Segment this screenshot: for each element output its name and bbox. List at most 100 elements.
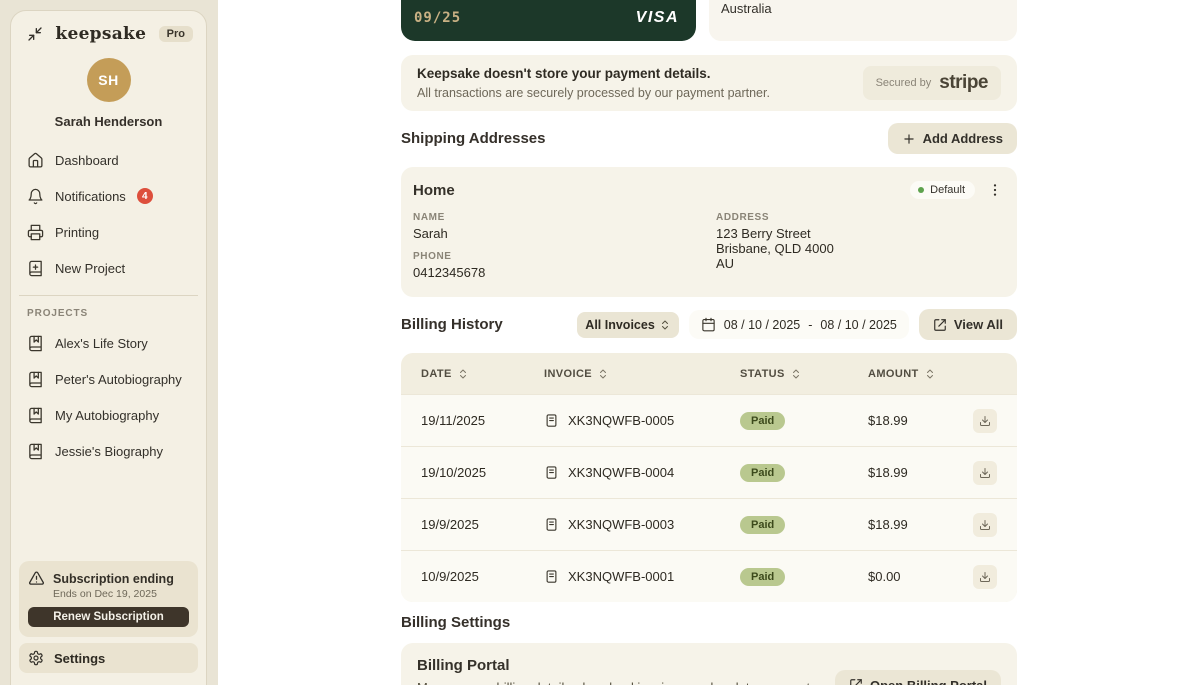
sidebar-nav: Dashboard Notifications 4 Printing New P…	[11, 142, 206, 286]
notification-count-badge: 4	[136, 188, 153, 204]
add-address-button[interactable]: Add Address	[887, 123, 1017, 154]
invoice-filter-select[interactable]: All Invoices	[577, 311, 679, 338]
sidebar-item-settings[interactable]: Settings	[19, 643, 198, 673]
plus-icon	[903, 133, 914, 144]
chevrons-up-down-icon	[661, 320, 668, 329]
nav-label: Notifications	[55, 188, 126, 204]
sidebar-item-dashboard[interactable]: Dashboard	[11, 142, 206, 178]
billing-history-header: Billing History All Invoices 08 / 10 / 2…	[401, 309, 1017, 340]
payment-method-row: 09/25 VISA Australia	[401, 0, 1017, 41]
cell-date: 19/10/2025	[421, 465, 487, 480]
download-icon	[980, 415, 990, 426]
table-row: 19/9/2025 XK3NQWFB-0003 Paid $18.99	[401, 498, 1017, 550]
default-dot	[918, 187, 925, 193]
card-expiry: 09/25	[414, 9, 462, 26]
sidebar-divider	[19, 295, 198, 296]
download-icon	[980, 467, 990, 478]
payment-disclaimer: Keepsake doesn't store your payment deta…	[401, 55, 1017, 111]
secured-by-stripe-badge: Secured by stripe	[862, 66, 1001, 100]
keepsake-logo-icon	[28, 27, 42, 41]
open-billing-portal-button[interactable]: Open Billing Portal	[834, 669, 1001, 685]
column-header-date[interactable]: DATE	[421, 368, 544, 380]
main-content: 09/25 VISA Australia Keepsake doesn't st…	[218, 0, 1200, 685]
home-icon	[28, 152, 43, 168]
sidebar-item-printing[interactable]: Printing	[11, 214, 206, 250]
default-address-badge: Default	[910, 181, 975, 199]
billing-country-card: Australia	[709, 0, 1017, 41]
column-header-amount[interactable]: AMOUNT	[868, 368, 973, 380]
book-plus-icon	[29, 260, 42, 276]
sort-icon	[792, 369, 799, 378]
kebab-menu-icon	[993, 184, 997, 196]
credit-card[interactable]: 09/25 VISA	[401, 0, 696, 41]
invoice-document-icon	[546, 518, 557, 531]
sidebar-item-new-project[interactable]: New Project	[11, 250, 206, 286]
billing-settings-header: Billing Settings	[401, 614, 1017, 631]
cell-invoice: XK3NQWFB-0001	[544, 569, 740, 584]
cell-date: 10/9/2025	[421, 569, 479, 584]
project-label: Jessie's Biography	[55, 443, 163, 459]
address-line-2: Brisbane, QLD 4000	[716, 241, 834, 256]
address-line-3: AU	[716, 256, 735, 271]
nav-label: New Project	[55, 260, 126, 276]
address-menu-button[interactable]	[985, 180, 1005, 200]
external-link-icon	[934, 318, 946, 331]
stripe-logo: stripe	[939, 72, 988, 93]
status-badge: Paid	[740, 411, 786, 430]
sidebar-item-notifications[interactable]: Notifications 4	[11, 178, 206, 214]
table-row: 10/9/2025 XK3NQWFB-0001 Paid $0.00	[401, 550, 1017, 602]
logo-row: keepsake Pro	[11, 11, 206, 44]
plan-badge: Pro	[158, 26, 193, 42]
book-icon	[29, 407, 42, 423]
status-badge: Paid	[740, 463, 786, 482]
printer-icon	[27, 224, 44, 240]
status-badge: Paid	[740, 515, 786, 534]
download-invoice-button[interactable]	[973, 460, 997, 485]
settings-label: Settings	[54, 650, 106, 666]
download-invoice-button[interactable]	[973, 564, 997, 589]
external-link-icon	[850, 679, 862, 685]
subscription-warning-title: Subscription ending	[53, 571, 174, 586]
billing-history-title: Billing History	[401, 316, 503, 333]
project-item-my-autobiography[interactable]: My Autobiography	[11, 397, 206, 433]
secured-by-label: Secured by	[875, 77, 932, 89]
alert-triangle-icon	[28, 571, 45, 585]
date-from: 08 / 10 / 2025	[723, 317, 801, 332]
shipping-addresses-header: Shipping Addresses Add Address	[401, 123, 1017, 154]
view-all-button[interactable]: View All	[918, 309, 1017, 340]
column-header-status[interactable]: STATUS	[740, 368, 868, 380]
cell-invoice: XK3NQWFB-0004	[544, 465, 740, 480]
project-item-alexs-life-story[interactable]: Alex's Life Story	[11, 325, 206, 361]
calendar-icon	[702, 317, 715, 332]
subscription-end-date: Ends on Dec 19, 2025	[53, 588, 157, 600]
address-name: Home	[413, 181, 455, 199]
user-profile: SH Sarah Henderson	[11, 58, 206, 129]
project-item-jessies-biography[interactable]: Jessie's Biography	[11, 433, 206, 469]
date-range-picker[interactable]: 08 / 10 / 2025 - 08 / 10 / 2025	[688, 310, 909, 339]
name-label: NAME	[413, 212, 445, 223]
address-label: ADDRESS	[716, 212, 770, 223]
billing-settings-title: Billing Settings	[401, 614, 511, 631]
billing-history-table: DATE INVOICE STATUS AMOUNT 19/11/2025 XK…	[401, 353, 1017, 602]
column-header-invoice[interactable]: INVOICE	[544, 368, 740, 380]
date-to: 08 / 10 / 2025	[820, 317, 897, 332]
download-invoice-button[interactable]	[973, 408, 997, 433]
cell-date: 19/9/2025	[421, 517, 479, 532]
visa-logo: VISA	[635, 8, 679, 26]
nav-label: Printing	[55, 224, 100, 240]
status-badge: Paid	[740, 567, 786, 586]
sort-icon	[459, 369, 466, 378]
billing-portal-card: Billing Portal Manage your billing detai…	[401, 643, 1017, 685]
phone-value: 0412345678	[413, 265, 486, 280]
disclaimer-title: Keepsake doesn't store your payment deta…	[417, 66, 711, 81]
download-invoice-button[interactable]	[973, 512, 997, 537]
cell-invoice: XK3NQWFB-0003	[544, 517, 740, 532]
disclaimer-body: All transactions are securely processed …	[417, 86, 770, 100]
projects-section-label: PROJECTS	[27, 308, 89, 319]
table-row: 19/11/2025 XK3NQWFB-0005 Paid $18.99	[401, 394, 1017, 446]
address-detail-column: ADDRESS 123 Berry Street Brisbane, QLD 4…	[716, 202, 1005, 280]
billing-portal-description: Manage your billing details, download in…	[417, 679, 815, 685]
renew-subscription-button[interactable]: Renew Subscription	[28, 607, 189, 627]
book-icon	[29, 335, 42, 351]
project-item-peters-autobiography[interactable]: Peter's Autobiography	[11, 361, 206, 397]
